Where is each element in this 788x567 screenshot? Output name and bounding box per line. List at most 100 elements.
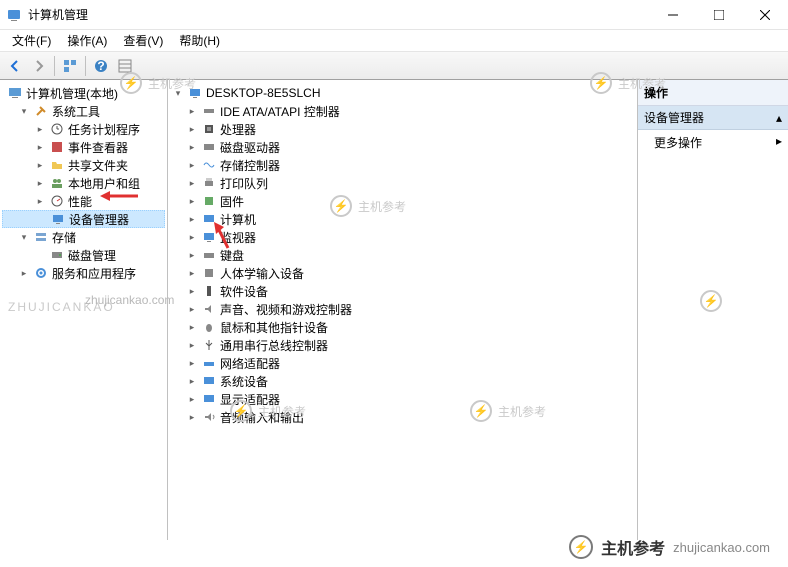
tree-system-tools[interactable]: ▾ 系统工具 — [2, 102, 165, 120]
actions-more[interactable]: 更多操作 ▸ — [638, 130, 788, 155]
expand-icon[interactable]: ▸ — [186, 141, 198, 153]
expand-icon[interactable]: ▸ — [18, 267, 30, 279]
device-hid[interactable]: ▸人体学输入设备 — [170, 264, 635, 282]
expand-icon[interactable]: ▸ — [34, 177, 46, 189]
toolbar-grid-icon[interactable] — [114, 55, 136, 77]
display-icon — [201, 391, 217, 407]
actions-section[interactable]: 设备管理器 ▴ — [638, 106, 788, 130]
content-panes: 计算机管理(本地) ▾ 系统工具 ▸ 任务计划程序 ▸ 事件查看器 ▸ 共享文件… — [0, 80, 788, 540]
menu-help[interactable]: 帮助(H) — [171, 30, 228, 51]
toolbar: ? — [0, 52, 788, 80]
back-button[interactable] — [4, 55, 26, 77]
usb-icon — [201, 337, 217, 353]
device-disk-drives[interactable]: ▸磁盘驱动器 — [170, 138, 635, 156]
expand-icon[interactable]: ▸ — [186, 321, 198, 333]
menubar: 文件(F) 操作(A) 查看(V) 帮助(H) — [0, 30, 788, 52]
hid-icon — [201, 265, 217, 281]
tree-services-apps[interactable]: ▸ 服务和应用程序 — [2, 264, 165, 282]
device-manager-icon — [50, 211, 66, 227]
clock-icon — [49, 121, 65, 137]
computer-icon — [187, 85, 203, 101]
device-software[interactable]: ▸软件设备 — [170, 282, 635, 300]
device-ide[interactable]: ▸IDE ATA/ATAPI 控制器 — [170, 102, 635, 120]
forward-button[interactable] — [28, 55, 50, 77]
device-root[interactable]: ▾ DESKTOP-8E5SLCH — [170, 84, 635, 102]
collapse-icon[interactable]: ▾ — [18, 105, 30, 117]
audio-io-icon — [201, 409, 217, 425]
collapse-icon[interactable]: ▾ — [172, 87, 184, 99]
device-display[interactable]: ▸显示适配器 — [170, 390, 635, 408]
expand-icon[interactable]: ▸ — [34, 141, 46, 153]
expand-icon[interactable]: ▸ — [34, 195, 46, 207]
left-pane: 计算机管理(本地) ▾ 系统工具 ▸ 任务计划程序 ▸ 事件查看器 ▸ 共享文件… — [0, 80, 168, 540]
device-system[interactable]: ▸系统设备 — [170, 372, 635, 390]
tree-device-manager[interactable]: 设备管理器 — [2, 210, 165, 228]
device-network[interactable]: ▸网络适配器 — [170, 354, 635, 372]
users-icon — [49, 175, 65, 191]
device-print-queues[interactable]: ▸打印队列 — [170, 174, 635, 192]
printer-icon — [201, 175, 217, 191]
tools-icon — [33, 103, 49, 119]
minimize-button[interactable] — [650, 0, 696, 30]
keyboard-icon — [201, 247, 217, 263]
expand-icon[interactable]: ▸ — [186, 411, 198, 423]
actions-header: 操作 — [638, 80, 788, 106]
expand-icon[interactable]: ▸ — [34, 123, 46, 135]
software-icon — [201, 283, 217, 299]
expand-icon[interactable]: ▸ — [186, 339, 198, 351]
menu-action[interactable]: 操作(A) — [59, 30, 115, 51]
tree-storage[interactable]: ▾ 存储 — [2, 228, 165, 246]
maximize-button[interactable] — [696, 0, 742, 30]
expand-icon[interactable]: ▸ — [186, 177, 198, 189]
expand-icon[interactable]: ▸ — [186, 249, 198, 261]
tree-task-scheduler[interactable]: ▸ 任务计划程序 — [2, 120, 165, 138]
disk-drive-icon — [201, 139, 217, 155]
event-icon — [49, 139, 65, 155]
storage-ctrl-icon — [201, 157, 217, 173]
device-firmware[interactable]: ▸固件 — [170, 192, 635, 210]
toolbar-help-icon[interactable]: ? — [90, 55, 112, 77]
expand-icon[interactable]: ▸ — [186, 357, 198, 369]
window-title: 计算机管理 — [28, 6, 650, 23]
device-processors[interactable]: ▸处理器 — [170, 120, 635, 138]
tree-local-users[interactable]: ▸ 本地用户和组 — [2, 174, 165, 192]
ide-icon — [201, 103, 217, 119]
device-monitors[interactable]: ▸监视器 — [170, 228, 635, 246]
close-button[interactable] — [742, 0, 788, 30]
expand-icon[interactable]: ▸ — [186, 375, 198, 387]
storage-icon — [33, 229, 49, 245]
expand-icon[interactable]: ▸ — [186, 267, 198, 279]
device-sound[interactable]: ▸声音、视频和游戏控制器 — [170, 300, 635, 318]
cpu-icon — [201, 121, 217, 137]
expand-icon[interactable]: ▸ — [186, 285, 198, 297]
toolbar-tree-icon[interactable] — [59, 55, 81, 77]
expand-icon[interactable]: ▸ — [34, 159, 46, 171]
device-mice[interactable]: ▸鼠标和其他指针设备 — [170, 318, 635, 336]
menu-file[interactable]: 文件(F) — [4, 30, 59, 51]
computer-icon — [201, 211, 217, 227]
device-audio-io[interactable]: ▸音频输入和输出 — [170, 408, 635, 426]
collapse-icon[interactable]: ▾ — [18, 231, 30, 243]
device-storage-ctrl[interactable]: ▸存储控制器 — [170, 156, 635, 174]
tree-disk-management[interactable]: 磁盘管理 — [2, 246, 165, 264]
tree-performance[interactable]: ▸ 性能 — [2, 192, 165, 210]
tree-root[interactable]: 计算机管理(本地) — [2, 84, 165, 102]
device-computer[interactable]: ▸计算机 — [170, 210, 635, 228]
menu-view[interactable]: 查看(V) — [115, 30, 171, 51]
expand-icon[interactable]: ▸ — [186, 105, 198, 117]
device-keyboards[interactable]: ▸键盘 — [170, 246, 635, 264]
tree-event-viewer[interactable]: ▸ 事件查看器 — [2, 138, 165, 156]
expand-icon[interactable]: ▸ — [186, 123, 198, 135]
computer-management-icon — [7, 85, 23, 101]
folder-icon — [49, 157, 65, 173]
device-usb[interactable]: ▸通用串行总线控制器 — [170, 336, 635, 354]
expand-icon[interactable]: ▸ — [186, 231, 198, 243]
expand-icon[interactable]: ▸ — [186, 303, 198, 315]
tree-shared-folders[interactable]: ▸ 共享文件夹 — [2, 156, 165, 174]
expand-icon[interactable]: ▸ — [186, 213, 198, 225]
expand-icon[interactable]: ▸ — [186, 393, 198, 405]
center-pane: ▾ DESKTOP-8E5SLCH ▸IDE ATA/ATAPI 控制器 ▸处理… — [168, 80, 638, 540]
expand-icon[interactable]: ▸ — [186, 195, 198, 207]
footer-watermark: ⚡ 主机参考 zhujicankao.com — [569, 535, 770, 559]
expand-icon[interactable]: ▸ — [186, 159, 198, 171]
